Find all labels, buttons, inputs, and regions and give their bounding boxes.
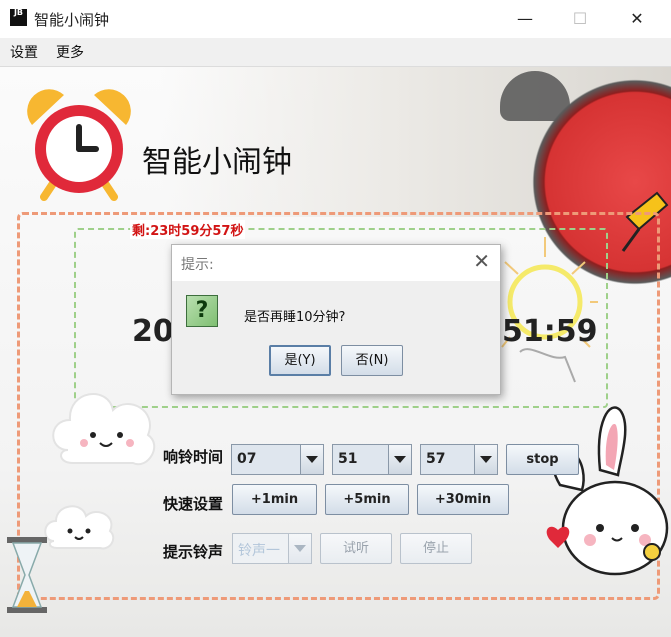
hourglass-icon bbox=[7, 537, 47, 613]
dialog-message: 是否再睡10分钟? bbox=[244, 310, 346, 325]
hour-select[interactable]: 07 bbox=[231, 444, 324, 475]
app-icon: JB bbox=[10, 9, 27, 26]
ringtone-select[interactable]: 铃声一 bbox=[232, 533, 312, 564]
small-cloud-face-icon bbox=[44, 505, 115, 550]
minute-value: 51 bbox=[338, 451, 358, 467]
dialog-title: 提示: bbox=[181, 257, 214, 273]
window-title: 智能小闹钟 bbox=[34, 11, 110, 29]
menu-settings[interactable]: 设置 bbox=[10, 42, 38, 62]
add-5min-button[interactable]: +5min bbox=[325, 484, 409, 515]
current-time-text: 51:59 bbox=[502, 314, 598, 349]
chevron-down-icon[interactable] bbox=[288, 534, 311, 563]
stop-button[interactable]: stop bbox=[506, 444, 579, 475]
second-select[interactable]: 57 bbox=[420, 444, 498, 475]
current-date-text: 20 bbox=[132, 314, 174, 349]
ringtone-value: 铃声一 bbox=[238, 543, 280, 559]
cloud-face-icon bbox=[52, 393, 156, 466]
alarm-clock-icon bbox=[27, 89, 131, 201]
quick-set-label: 快速设置 bbox=[163, 495, 224, 513]
remaining-time-label: 剩:23时59分57秒 bbox=[130, 220, 246, 239]
dialog-close-button[interactable]: ✕ bbox=[473, 249, 490, 273]
menu-more[interactable]: 更多 bbox=[56, 42, 84, 62]
chevron-down-icon[interactable] bbox=[300, 445, 323, 474]
no-button[interactable]: 否(N) bbox=[341, 345, 403, 376]
add-30min-button[interactable]: +30min bbox=[417, 484, 509, 515]
app-title: 智能小闹钟 bbox=[142, 145, 292, 180]
second-value: 57 bbox=[426, 451, 446, 467]
preview-ringtone-button[interactable]: 试听 bbox=[320, 533, 392, 564]
ringtone-label: 提示铃声 bbox=[163, 543, 224, 561]
yes-button[interactable]: 是(Y) bbox=[269, 345, 331, 376]
title-bar: JB 智能小闹钟 — ☐ ✕ bbox=[0, 0, 671, 38]
alarm-time-label: 响铃时间 bbox=[163, 448, 224, 466]
snooze-dialog: 提示: ✕ ? 是否再睡10分钟? 是(Y) 否(N) bbox=[171, 244, 501, 395]
dialog-title-bar: 提示: ✕ bbox=[172, 245, 500, 281]
bunny-icon bbox=[546, 406, 669, 576]
add-1min-button[interactable]: +1min bbox=[232, 484, 317, 515]
close-button[interactable]: ✕ bbox=[614, 0, 660, 38]
minimize-button[interactable]: — bbox=[502, 0, 548, 38]
menu-bar: 设置 更多 bbox=[0, 38, 671, 67]
chevron-down-icon[interactable] bbox=[388, 445, 411, 474]
chevron-down-icon[interactable] bbox=[474, 445, 497, 474]
maximize-button[interactable]: ☐ bbox=[557, 0, 603, 38]
question-icon: ? bbox=[186, 295, 218, 327]
stop-ringtone-button[interactable]: 停止 bbox=[400, 533, 472, 564]
hour-value: 07 bbox=[237, 451, 257, 467]
minute-select[interactable]: 51 bbox=[332, 444, 412, 475]
